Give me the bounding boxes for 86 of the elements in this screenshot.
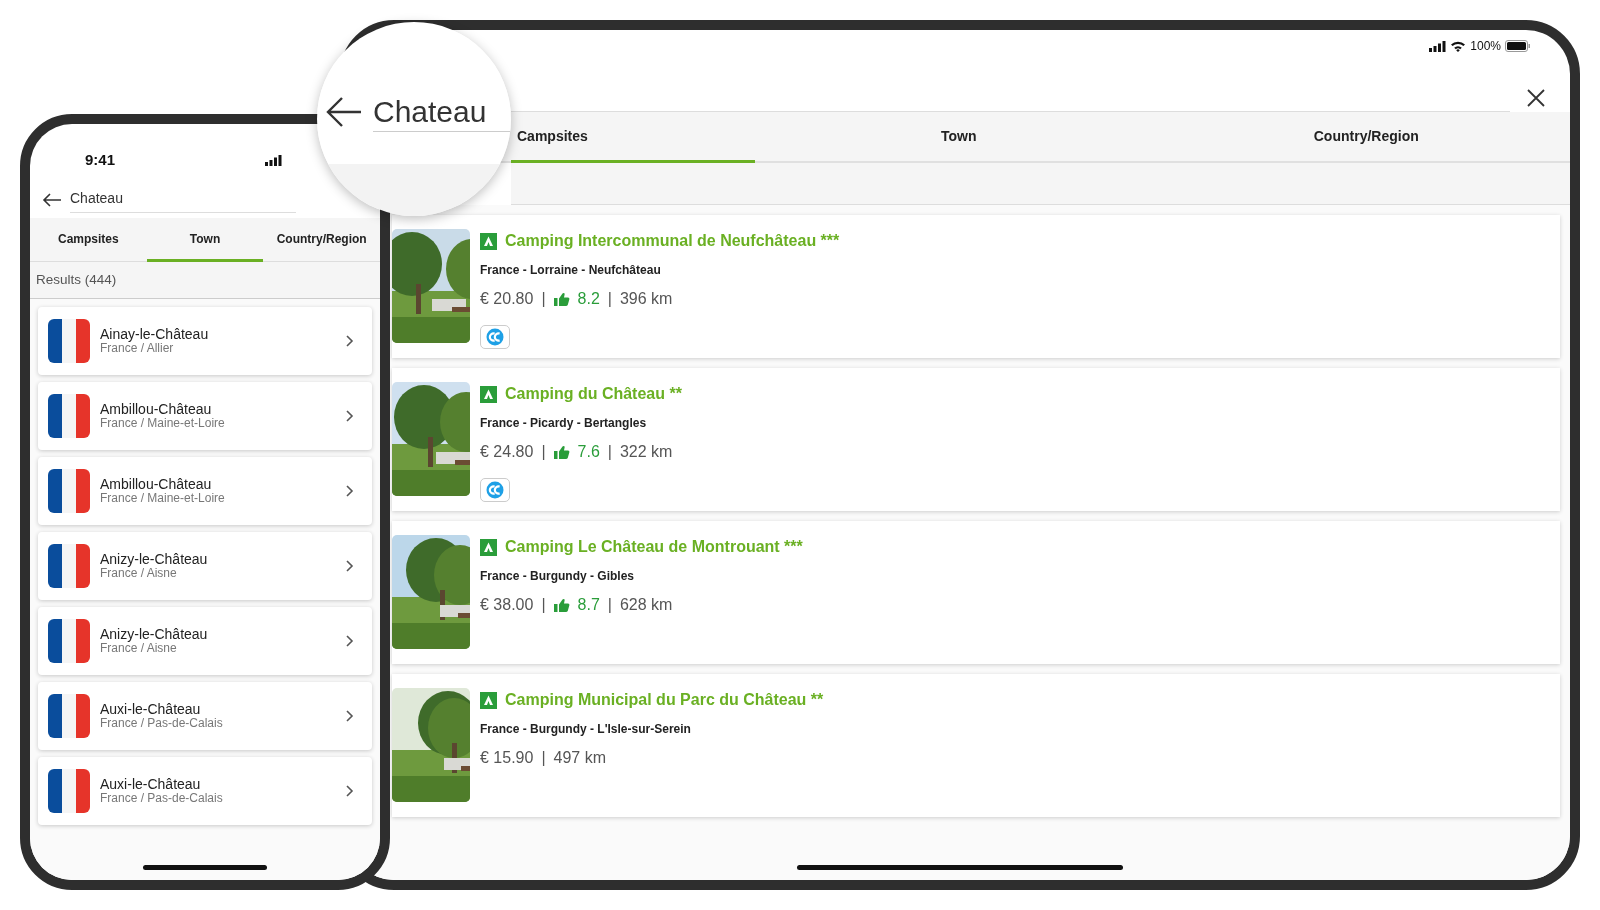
signal-icon xyxy=(265,154,283,166)
flag-icon xyxy=(48,694,90,738)
flag-icon xyxy=(48,544,90,588)
back-arrow-icon[interactable] xyxy=(325,96,363,128)
town-name: Ainay-le-Château xyxy=(100,326,210,343)
campsite-card[interactable]: Camping Le Château de Montrouant *** France - Burgundy - Gibles € 38.00 | 8.7 | 628 km xyxy=(392,521,1560,664)
flag-icon xyxy=(48,769,90,813)
chevron-right-icon xyxy=(345,635,354,647)
town-name: Ambillou-Château xyxy=(100,401,213,418)
chevron-right-icon xyxy=(345,485,354,497)
tent-icon xyxy=(480,232,497,250)
campsite-location: France - Burgundy - L'Isle-sur-Serein xyxy=(480,721,692,738)
search-field[interactable]: Chateau xyxy=(373,92,511,132)
battery-icon xyxy=(1505,40,1530,52)
separator: | xyxy=(541,442,546,462)
town-list-item[interactable]: Anizy-le-Château France / Aisne xyxy=(38,532,372,600)
rating: 8.7 xyxy=(577,595,600,615)
town-region: France / Pas-de-Calais xyxy=(100,717,224,731)
campsite-location: France - Picardy - Bertangles xyxy=(480,415,648,432)
flag-icon xyxy=(48,469,90,513)
cc-icon xyxy=(486,481,504,499)
town-list-item[interactable]: Anizy-le-Château France / Aisne xyxy=(38,607,372,675)
separator: | xyxy=(607,289,612,309)
town-name: Auxi-le-Château xyxy=(100,701,202,718)
town-list-item[interactable]: Auxi-le-Château France / Pas-de-Calais xyxy=(38,757,372,825)
flag-icon xyxy=(48,319,90,363)
thumbs-up-icon xyxy=(553,291,570,307)
separator: | xyxy=(607,442,612,462)
distance: 628 km xyxy=(619,595,673,615)
battery-percentage: 100% xyxy=(1470,38,1501,55)
chevron-right-icon xyxy=(345,335,354,347)
chevron-right-icon xyxy=(345,710,354,722)
tent-icon xyxy=(480,385,497,403)
campsite-location: France - Lorraine - Neufchâteau xyxy=(480,262,662,279)
chevron-right-icon xyxy=(345,560,354,572)
separator: | xyxy=(541,595,546,615)
chevron-right-icon xyxy=(345,410,354,422)
separator: | xyxy=(541,748,546,768)
town-list-item[interactable]: Auxi-le-Château France / Pas-de-Calais xyxy=(38,682,372,750)
back-arrow-icon[interactable] xyxy=(42,192,62,208)
town-name: Anizy-le-Château xyxy=(100,626,209,643)
campsite-location: France - Burgundy - Gibles xyxy=(480,568,636,585)
flag-icon xyxy=(48,619,90,663)
tab[interactable]: Country/Region xyxy=(263,218,380,262)
distance: 396 km xyxy=(619,289,673,309)
chevron-right-icon xyxy=(345,785,354,797)
town-region: France / Maine-et-Loire xyxy=(100,417,226,431)
tab[interactable]: Country/Region xyxy=(1162,112,1570,163)
rating: 8.2 xyxy=(577,289,600,309)
results-count: Results (444) xyxy=(36,270,117,289)
cc-icon xyxy=(486,328,504,346)
search-field[interactable]: Chateau xyxy=(70,187,296,213)
thumbs-up-icon xyxy=(553,444,570,460)
signal-icon xyxy=(1429,40,1447,52)
town-name: Ambillou-Château xyxy=(100,476,213,493)
distance: 322 km xyxy=(619,442,673,462)
rating: 7.6 xyxy=(577,442,600,462)
town-region: France / Pas-de-Calais xyxy=(100,792,224,806)
town-region: France / Allier xyxy=(100,342,174,356)
price: € 20.80 xyxy=(480,289,534,309)
wifi-icon xyxy=(1450,40,1467,52)
town-region: France / Aisne xyxy=(100,567,177,581)
flag-icon xyxy=(48,394,90,438)
town-name: Auxi-le-Château xyxy=(100,776,202,793)
thumbs-up-icon xyxy=(553,597,570,613)
price: € 24.80 xyxy=(480,442,534,462)
campsite-card[interactable]: Camping Municipal du Parc du Château ** France - Burgundy - L'Isle-sur-Serein € 15.90 | 497 km xyxy=(392,674,1560,817)
status-time: 9:41 xyxy=(85,149,116,170)
price: € 15.90 xyxy=(480,748,534,768)
tent-icon xyxy=(480,538,497,556)
tab[interactable]: Town xyxy=(755,112,1163,163)
town-list-item[interactable]: Ambillou-Château France / Maine-et-Loire xyxy=(38,382,372,450)
town-list-item[interactable]: Ainay-le-Château France / Allier xyxy=(38,307,372,375)
town-name: Anizy-le-Château xyxy=(100,551,209,568)
campsite-card[interactable]: Camping Intercommunal de Neufchâteau *** France - Lorraine - Neufchâteau € 20.80 | 8.2 | 396 km xyxy=(392,215,1560,358)
close-icon[interactable] xyxy=(1526,88,1546,108)
tent-icon xyxy=(480,691,497,709)
price: € 38.00 xyxy=(480,595,534,615)
town-region: France / Maine-et-Loire xyxy=(100,492,226,506)
campsite-card[interactable]: Camping du Château ** France - Picardy - Bertangles € 24.80 | 7.6 | 322 km xyxy=(392,368,1560,511)
distance: 497 km xyxy=(553,748,606,768)
town-list-item[interactable]: Ambillou-Château France / Maine-et-Loire xyxy=(38,457,372,525)
town-region: France / Aisne xyxy=(100,642,177,656)
separator: | xyxy=(607,595,612,615)
separator: | xyxy=(541,289,546,309)
tab[interactable]: Campsites xyxy=(30,218,147,262)
